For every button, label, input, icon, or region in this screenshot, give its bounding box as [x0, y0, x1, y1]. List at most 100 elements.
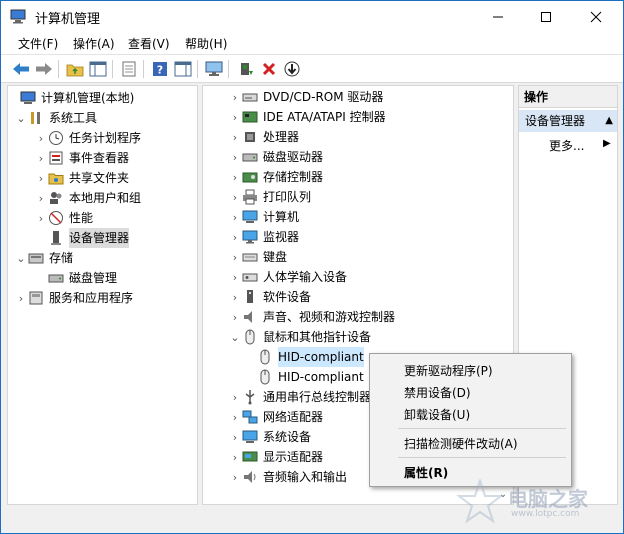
device-category[interactable]: › 存储控制器 — [228, 167, 323, 187]
expanded-chevron-icon[interactable]: ⌄ — [14, 248, 28, 268]
menu-file[interactable]: 文件(F) — [18, 35, 58, 52]
device-category-label: HID-compliant — [278, 347, 364, 367]
tree-item-label: 性能 — [69, 211, 94, 225]
collapsed-chevron-icon[interactable]: › — [228, 427, 242, 447]
actions-more-link[interactable]: 更多... — [549, 137, 584, 154]
device-category[interactable]: ⌄ 鼠标和其他指针设备 — [228, 327, 371, 347]
collapsed-chevron-icon[interactable]: › — [228, 387, 242, 407]
expanded-chevron-icon[interactable]: ⌄ — [228, 327, 242, 347]
export-list-icon[interactable] — [119, 59, 139, 79]
device-category[interactable]: › DVD/CD-ROM 驱动器 — [228, 87, 384, 107]
device-category-child[interactable]: HID-compliant — [243, 347, 364, 367]
tools-icon — [28, 110, 44, 126]
device-category-label: 显示适配器 — [263, 450, 324, 464]
storage-icon — [28, 250, 44, 266]
device-category[interactable]: › 计算机 — [228, 207, 299, 227]
collapsed-chevron-icon[interactable]: › — [228, 447, 242, 467]
collapsed-chevron-icon[interactable]: › — [228, 407, 242, 427]
device-category[interactable]: › 打印队列 — [228, 187, 311, 207]
device-category[interactable]: › 磁盘驱动器 — [228, 147, 323, 167]
computer-monitor-icon[interactable] — [204, 59, 224, 79]
device-category[interactable]: › 通用串行总线控制器 — [228, 387, 371, 407]
context-properties[interactable]: 属性(R) — [404, 464, 448, 481]
forward-icon[interactable] — [34, 59, 54, 79]
collapsed-chevron-icon[interactable]: › — [228, 167, 242, 187]
minimize-button[interactable] — [475, 1, 521, 32]
device-category-label: 通用串行总线控制器 — [263, 390, 372, 404]
uninstall-icon[interactable] — [259, 59, 279, 79]
collapsed-chevron-icon[interactable]: › — [14, 288, 28, 308]
tree-item[interactable]: 计算机管理(本地) — [8, 88, 134, 108]
device-category[interactable]: › 处理器 — [228, 127, 299, 147]
device-category-label: HID-compliant — [278, 370, 364, 384]
device-category[interactable]: › IDE ATA/ATAPI 控制器 — [228, 107, 386, 127]
collapsed-chevron-icon[interactable]: › — [228, 267, 242, 287]
up-folder-icon[interactable] — [65, 59, 85, 79]
menu-help[interactable]: 帮助(H) — [185, 35, 227, 52]
context-scan-hardware[interactable]: 扫描检测硬件改动(A) — [404, 435, 518, 452]
collapsed-chevron-icon[interactable]: › — [228, 467, 242, 487]
tree-item[interactable]: › 性能 — [34, 208, 93, 228]
device-category-child[interactable]: HID-compliant — [243, 367, 364, 387]
collapsed-chevron-icon[interactable]: › — [228, 107, 242, 127]
download-icon[interactable] — [282, 59, 302, 79]
update-driver-icon[interactable] — [236, 59, 256, 79]
collapsed-chevron-icon[interactable]: › — [228, 187, 242, 207]
collapsed-chevron-icon[interactable]: › — [34, 188, 48, 208]
tree-item[interactable]: 磁盘管理 — [34, 268, 117, 288]
tree-item[interactable]: ⌄ 存储 — [14, 248, 73, 268]
device-manager-icon — [48, 230, 64, 246]
tree-item[interactable]: › 事件查看器 — [34, 148, 129, 168]
device-category[interactable]: › 声音、视频和游戏控制器 — [228, 307, 395, 327]
tree-item[interactable]: 设备管理器 — [34, 228, 130, 248]
tree-item[interactable]: › 任务计划程序 — [34, 128, 141, 148]
expanded-chevron-icon[interactable]: ⌄ — [14, 108, 28, 128]
actions-section-label: 设备管理器 — [525, 114, 586, 128]
context-uninstall-device[interactable]: 卸载设备(U) — [404, 406, 470, 423]
collapsed-chevron-icon[interactable]: › — [228, 247, 242, 267]
tree-item[interactable]: › 服务和应用程序 — [14, 288, 133, 308]
device-category[interactable]: › 监视器 — [228, 227, 299, 247]
collapsed-chevron-icon[interactable]: › — [228, 287, 242, 307]
network-icon — [242, 409, 258, 425]
maximize-button[interactable] — [523, 1, 569, 32]
device-category[interactable]: › 网络适配器 — [228, 407, 323, 427]
back-icon[interactable] — [11, 59, 31, 79]
collapsed-chevron-icon[interactable]: › — [228, 147, 242, 167]
device-category[interactable]: › 音频输入和输出 — [228, 467, 347, 487]
tree-item[interactable]: › 本地用户和组 — [34, 188, 141, 208]
tree-item[interactable]: ⌄ 系统工具 — [14, 108, 97, 128]
context-update-driver[interactable]: 更新驱动程序(P) — [404, 362, 493, 379]
collapsed-chevron-icon[interactable]: › — [228, 87, 242, 107]
context-disable-device[interactable]: 禁用设备(D) — [404, 384, 471, 401]
device-category[interactable]: › 显示适配器 — [228, 447, 323, 467]
close-button[interactable] — [573, 1, 619, 32]
device-category-label: 网络适配器 — [263, 410, 324, 424]
submenu-arrow-icon[interactable]: ▶ — [603, 138, 611, 149]
menu-view[interactable]: 查看(V) — [128, 35, 170, 52]
context-separator — [398, 428, 566, 429]
collapsed-chevron-icon[interactable]: › — [228, 127, 242, 147]
tree-item-label: 服务和应用程序 — [49, 291, 134, 305]
collapsed-chevron-icon[interactable]: › — [34, 168, 48, 188]
collapsed-chevron-icon[interactable]: › — [228, 307, 242, 327]
device-category[interactable]: › 系统设备 — [228, 427, 311, 447]
show-tree-icon[interactable] — [88, 59, 108, 79]
collapse-up-icon[interactable]: ▲ — [605, 110, 613, 132]
tree-item[interactable]: › 共享文件夹 — [34, 168, 129, 188]
display-adapter-icon — [242, 449, 258, 465]
watermark-url: www.lotpc.com — [511, 509, 580, 519]
actions-section-device-manager[interactable]: 设备管理器 ▲ — [519, 110, 617, 132]
menu-action[interactable]: 操作(A) — [73, 35, 115, 52]
device-category[interactable]: › 键盘 — [228, 247, 287, 267]
collapsed-chevron-icon[interactable]: › — [228, 207, 242, 227]
device-category[interactable]: › 软件设备 — [228, 287, 311, 307]
help-icon[interactable]: ? — [150, 59, 170, 79]
device-category[interactable]: › 人体学输入设备 — [228, 267, 347, 287]
collapsed-chevron-icon[interactable]: › — [34, 128, 48, 148]
collapsed-chevron-icon[interactable]: › — [34, 208, 48, 228]
tree-item-label: 事件查看器 — [69, 151, 130, 165]
collapsed-chevron-icon[interactable]: › — [228, 227, 242, 247]
collapsed-chevron-icon[interactable]: › — [34, 148, 48, 168]
properties-pane-icon[interactable] — [173, 59, 193, 79]
